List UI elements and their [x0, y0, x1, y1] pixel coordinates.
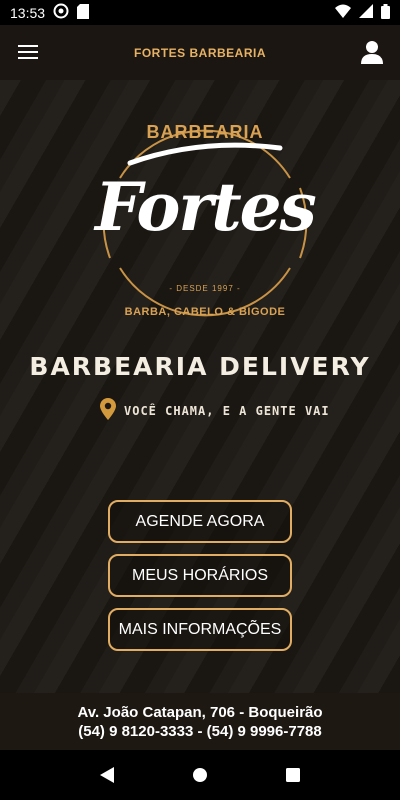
app-title: FORTES BARBEARIA — [133, 45, 266, 60]
footer-phones: (54) 9 8120-3333 - (54) 9 9996-7788 — [78, 722, 322, 740]
recents-icon[interactable] — [283, 765, 303, 785]
system-nav-bar — [0, 750, 400, 800]
sd-card-icon — [77, 3, 90, 22]
user-profile-icon[interactable] — [358, 37, 386, 67]
status-time: 13:53 — [10, 4, 46, 21]
tagline-text: VOCÊ CHAMA, E A GENTE VAI — [124, 404, 330, 418]
logo: BARBEARIA Fortes - DESDE 1997 - BARBA, C… — [90, 108, 320, 338]
main-content: BARBEARIA Fortes - DESDE 1997 - BARBA, C… — [0, 80, 400, 693]
footer-address: Av. João Catapan, 706 - Boqueirão — [77, 703, 323, 721]
more-info-button[interactable]: MAIS INFORMAÇÕES — [108, 608, 292, 651]
my-times-button[interactable]: MEUS HORÁRIOS — [108, 554, 292, 597]
wifi-icon — [335, 4, 351, 21]
hamburger-menu-icon[interactable] — [14, 38, 42, 66]
logo-script-text: Fortes — [95, 168, 317, 246]
app-bar: FORTES BARBEARIA — [0, 25, 400, 80]
at-sign-icon — [53, 3, 69, 22]
tagline: VOCÊ CHAMA, E A GENTE VAI — [100, 397, 330, 425]
status-bar: 13:53 — [0, 0, 400, 25]
logo-top-text: BARBEARIA — [146, 122, 264, 142]
back-icon[interactable] — [97, 765, 117, 785]
battery-icon — [381, 3, 390, 22]
home-icon[interactable] — [190, 765, 210, 785]
location-pin-icon — [100, 397, 116, 425]
headline: BARBEARIA DELIVERY — [29, 352, 371, 381]
signal-icon — [359, 4, 373, 21]
schedule-now-button[interactable]: AGENDE AGORA — [108, 500, 292, 543]
logo-since-text: - DESDE 1997 - — [169, 284, 241, 293]
logo-bottom-text: BARBA, CABELO & BIGODE — [124, 306, 286, 318]
footer: Av. João Catapan, 706 - Boqueirão (54) 9… — [0, 693, 400, 750]
